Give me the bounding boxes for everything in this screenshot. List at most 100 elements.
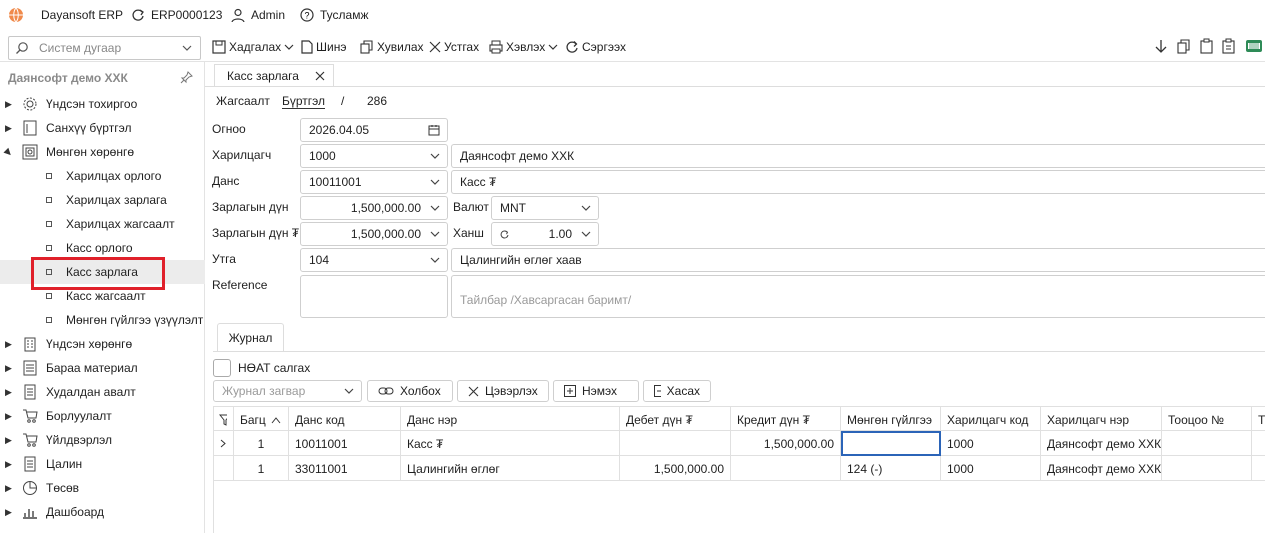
delete-button[interactable]: Устгах bbox=[429, 39, 479, 55]
col-debit[interactable]: Дебет дүн ₮ bbox=[620, 407, 731, 432]
note-field[interactable]: Тайлбар /Хавсаргасан баримт/ bbox=[451, 275, 1265, 318]
col-calc-no[interactable]: Тооцоо № bbox=[1162, 407, 1252, 432]
partner-code-select[interactable]: 1000 bbox=[300, 144, 448, 168]
expand-arrow-icon[interactable]: ▶ bbox=[5, 99, 12, 110]
sidebar-item-more[interactable]: ▶ bbox=[0, 524, 205, 533]
collapse-arrow-icon[interactable]: ▶ bbox=[2, 146, 15, 159]
link-button[interactable]: Холбох bbox=[367, 380, 453, 402]
sidebar-item-finance[interactable]: ▶ Санхүү бүртгэл bbox=[0, 116, 205, 140]
system-search-input[interactable]: Систем дугаар bbox=[8, 36, 201, 60]
date-field[interactable]: 2026.04.05 bbox=[300, 118, 448, 142]
reference-field[interactable] bbox=[300, 275, 448, 318]
tab-journal[interactable]: Журнал bbox=[217, 323, 284, 351]
amount-field[interactable]: 1,500,000.00 bbox=[300, 196, 448, 220]
col-partner-code[interactable]: Харилцагч код bbox=[941, 407, 1041, 432]
expand-arrow-icon[interactable]: ▶ bbox=[5, 507, 12, 518]
expand-arrow-icon[interactable]: ▶ bbox=[5, 411, 12, 422]
cell-credit[interactable]: 1,500,000.00 bbox=[731, 431, 841, 456]
cell-cash-flow[interactable] bbox=[841, 431, 941, 456]
filter-cell[interactable] bbox=[213, 407, 234, 432]
expand-arrow-icon[interactable]: ▶ bbox=[5, 435, 12, 446]
sidebar-item-cash-flow-indicator[interactable]: Мөнгөн гүйлгээ үзүүлэлт bbox=[0, 308, 205, 332]
excel-icon[interactable] bbox=[1245, 38, 1263, 54]
cell-calc-no[interactable] bbox=[1162, 456, 1252, 481]
cell-partner-name[interactable]: Даянсофт демо ХХК bbox=[1041, 456, 1162, 481]
sidebar-item-payroll[interactable]: ▶ Цалин bbox=[0, 452, 205, 476]
sidebar-item-purchase[interactable]: ▶ Худалдан авалт bbox=[0, 380, 205, 404]
sidebar-item-cash-assets[interactable]: ▶ Мөнгөн хөрөнгө bbox=[0, 140, 205, 164]
col-partner-name[interactable]: Харилцагч нэр bbox=[1041, 407, 1162, 432]
cell-account-name[interactable]: Касс ₮ bbox=[401, 431, 620, 456]
col-credit[interactable]: Кредит дүн ₮ bbox=[731, 407, 841, 432]
expand-arrow-icon[interactable]: ▶ bbox=[5, 387, 12, 398]
tab-cash-expense[interactable]: Касс зарлага bbox=[214, 64, 334, 87]
cell-batch[interactable]: 1 bbox=[234, 431, 289, 456]
cell-account-name[interactable]: Цалингийн өглөг bbox=[401, 456, 620, 481]
calendar-icon[interactable] bbox=[428, 124, 440, 136]
clear-button[interactable]: Цэвэрлэх bbox=[457, 380, 549, 402]
refresh-button[interactable]: Сэргээх bbox=[565, 39, 626, 55]
journal-template-select[interactable]: Журнал загвар bbox=[213, 380, 362, 402]
user-menu[interactable]: Admin bbox=[231, 7, 285, 23]
expand-arrow-icon[interactable]: ▶ bbox=[5, 339, 12, 350]
copy-icon[interactable] bbox=[1177, 39, 1191, 55]
expand-arrow-icon[interactable]: ▶ bbox=[5, 123, 12, 134]
expand-arrow-icon[interactable]: ▶ bbox=[5, 459, 12, 470]
cell-partner-code[interactable]: 1000 bbox=[941, 431, 1041, 456]
currency-select[interactable]: MNT bbox=[491, 196, 599, 220]
save-button[interactable]: Хадгалах bbox=[212, 39, 294, 55]
rate-field[interactable]: 1.00 bbox=[491, 222, 599, 246]
cell-debit[interactable]: 1,500,000.00 bbox=[620, 456, 731, 481]
add-button[interactable]: Нэмэх bbox=[553, 380, 639, 402]
remove-button[interactable]: Хасах bbox=[643, 380, 711, 402]
cell-debit[interactable] bbox=[620, 431, 731, 456]
amount-mnt-field[interactable]: 1,500,000.00 bbox=[300, 222, 448, 246]
purpose-code-select[interactable]: 104 bbox=[300, 248, 448, 272]
expand-arrow-icon[interactable]: ▶ bbox=[5, 363, 12, 374]
table-row[interactable]: 1 33011001 Цалингийн өглөг 1,500,000.00 … bbox=[213, 456, 1265, 481]
cell-more[interactable] bbox=[1252, 431, 1265, 456]
cell-account-code[interactable]: 10011001 bbox=[289, 431, 401, 456]
breadcrumb-list[interactable]: Жагсаалт bbox=[216, 94, 270, 108]
app-title[interactable]: Dayansoft ERP bbox=[41, 7, 123, 23]
breadcrumb-register[interactable]: Бүртгэл bbox=[282, 94, 326, 109]
sidebar-item-fixed-assets[interactable]: ▶ Үндсэн хөрөнгө bbox=[0, 332, 205, 356]
sidebar-item-basic-settings[interactable]: ▶ Үндсэн тохиргоо bbox=[0, 92, 205, 116]
close-icon[interactable] bbox=[315, 71, 325, 81]
sidebar-item-bank-expense[interactable]: Харилцах зарлага bbox=[0, 188, 205, 212]
col-account-code[interactable]: Данс код bbox=[289, 407, 401, 432]
cell-batch[interactable]: 1 bbox=[234, 456, 289, 481]
sidebar-item-production[interactable]: ▶ Үйлдвэрлэл bbox=[0, 428, 205, 452]
cell-more[interactable] bbox=[1252, 456, 1265, 481]
sidebar-item-bank-list[interactable]: Харилцах жагсаалт bbox=[0, 212, 205, 236]
cell-partner-code[interactable]: 1000 bbox=[941, 456, 1041, 481]
cell-credit[interactable] bbox=[731, 456, 841, 481]
sidebar-item-bank-income[interactable]: Харилцах орлого bbox=[0, 164, 205, 188]
col-more[interactable]: Т bbox=[1252, 407, 1265, 432]
cell-calc-no[interactable] bbox=[1162, 431, 1252, 456]
expand-arrow-icon[interactable]: ▶ bbox=[5, 483, 12, 494]
help-link[interactable]: ? Тусламж bbox=[300, 7, 368, 23]
print-button[interactable]: Хэвлэх bbox=[489, 39, 558, 55]
cell-cash-flow[interactable]: 124 (-) bbox=[841, 456, 941, 481]
refresh-icon[interactable] bbox=[500, 230, 509, 239]
erp-id-link[interactable]: ERP0000123 bbox=[131, 7, 222, 23]
sidebar-item-budget[interactable]: ▶ Төсөв bbox=[0, 476, 205, 500]
paste-icon[interactable] bbox=[1200, 38, 1214, 54]
pin-icon[interactable] bbox=[180, 71, 193, 84]
col-cash-flow[interactable]: Мөнгөн гүйлгээ bbox=[841, 407, 941, 432]
cell-partner-name[interactable]: Даянсофт демо ХХК bbox=[1041, 431, 1162, 456]
col-account-name[interactable]: Данс нэр bbox=[401, 407, 620, 432]
row-indicator[interactable] bbox=[213, 456, 234, 481]
account-name-field[interactable]: Касс ₮ bbox=[451, 170, 1265, 194]
account-code-select[interactable]: 10011001 bbox=[300, 170, 448, 194]
new-button[interactable]: Шинэ bbox=[301, 39, 346, 55]
clipboard-icon[interactable] bbox=[1222, 38, 1236, 54]
purpose-name-field[interactable]: Цалингийн өглөг хаав bbox=[451, 248, 1265, 272]
sidebar-item-dashboard[interactable]: ▶ Дашбоард bbox=[0, 500, 205, 524]
vat-checkbox[interactable] bbox=[213, 359, 231, 377]
cell-account-code[interactable]: 33011001 bbox=[289, 456, 401, 481]
download-icon[interactable] bbox=[1154, 39, 1168, 55]
table-row[interactable]: 1 10011001 Касс ₮ 1,500,000.00 1000 Даян… bbox=[213, 431, 1265, 456]
col-batch[interactable]: Багц bbox=[234, 407, 289, 432]
